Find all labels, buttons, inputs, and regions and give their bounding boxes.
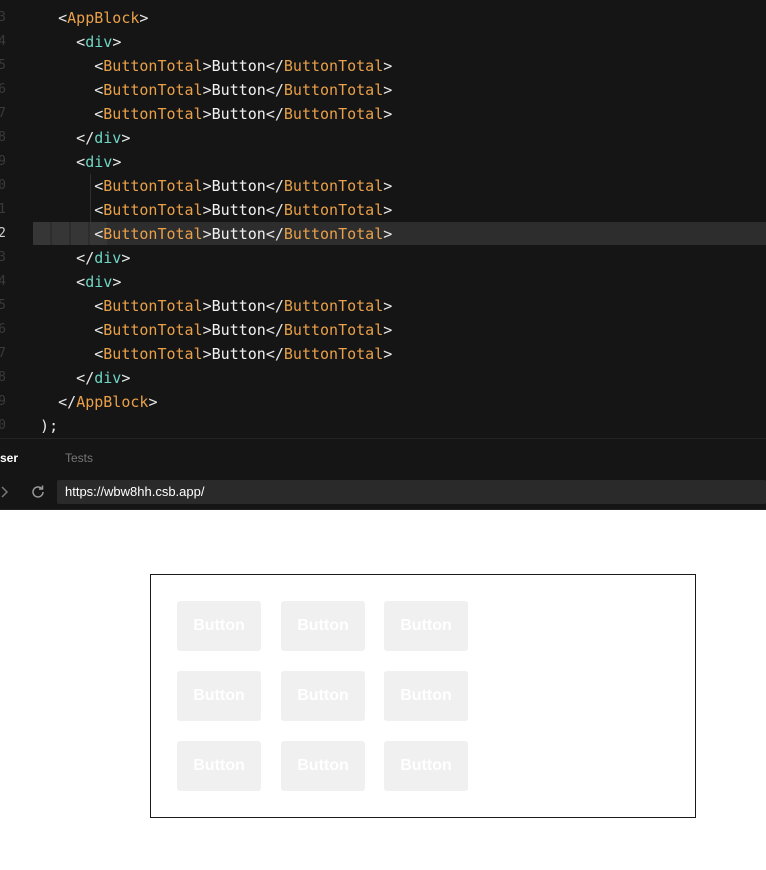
line-number: 8	[0, 130, 6, 145]
line-number: 2	[0, 226, 6, 241]
address-bar: https://wbw8hh.csb.app/	[0, 476, 766, 510]
code-text: );	[22, 417, 59, 435]
line-number: 7	[0, 106, 6, 121]
code-line[interactable]: 5 <ButtonTotal>Button</ButtonTotal>	[0, 54, 766, 78]
preview-button[interactable]: Button	[177, 671, 261, 721]
code-text: <ButtonTotal>Button</ButtonTotal>	[22, 345, 393, 363]
code-text: <div>	[22, 153, 122, 171]
preview-button[interactable]: Button	[384, 741, 468, 791]
code-line[interactable]: 4 <div>	[0, 30, 766, 54]
code-line[interactable]: 3 </div>	[0, 246, 766, 270]
code-text: <ButtonTotal>Button</ButtonTotal>	[22, 57, 393, 75]
preview-button[interactable]: Button	[384, 601, 468, 651]
line-number: 5	[0, 298, 6, 313]
code-line[interactable]: 8 </div>	[0, 366, 766, 390]
code-line[interactable]: 9 </AppBlock>	[0, 390, 766, 414]
preview-tab-bar: ser Tests	[0, 438, 766, 476]
url-text: https://wbw8hh.csb.app/	[65, 484, 205, 499]
code-text: <div>	[22, 273, 122, 291]
line-number: 6	[0, 82, 6, 97]
code-line[interactable]: 8 </div>	[0, 126, 766, 150]
code-line[interactable]: 0 <ButtonTotal>Button</ButtonTotal>	[0, 174, 766, 198]
app-block: Button Button Button Button Button Button Butt…	[150, 574, 696, 818]
line-number: 7	[0, 346, 6, 361]
code-text: </div>	[22, 249, 131, 267]
preview-button[interactable]: Button	[281, 671, 365, 721]
line-number: 0	[0, 178, 6, 193]
preview-button[interactable]: Button	[384, 671, 468, 721]
code-text: <AppBlock>	[22, 9, 149, 27]
line-number: 4	[0, 34, 6, 49]
code-text: <ButtonTotal>Button</ButtonTotal>	[22, 297, 393, 315]
line-number: 0	[0, 418, 6, 433]
refresh-icon[interactable]	[30, 484, 46, 505]
code-editor[interactable]: 3 <AppBlock> 4 <div> 5 <ButtonTotal>Button…	[0, 0, 766, 438]
code-text: <ButtonTotal>Button</ButtonTotal>	[22, 105, 393, 123]
code-text: </div>	[22, 129, 131, 147]
preview-button[interactable]: Button	[177, 601, 261, 651]
line-number: 9	[0, 154, 6, 169]
line-number: 5	[0, 58, 6, 73]
code-line[interactable]: 0 );	[0, 414, 766, 438]
code-line[interactable]: 6 <ButtonTotal>Button</ButtonTotal>	[0, 318, 766, 342]
code-line[interactable]: 1 <ButtonTotal>Button</ButtonTotal>	[0, 198, 766, 222]
tab-browser[interactable]: ser	[0, 451, 18, 465]
code-text: <ButtonTotal>Button</ButtonTotal>	[22, 321, 393, 339]
code-text: <ButtonTotal>Button</ButtonTotal>	[22, 225, 393, 243]
code-line[interactable]: 4 <div>	[0, 270, 766, 294]
code-line[interactable]: 9 <div>	[0, 150, 766, 174]
line-number: 4	[0, 274, 6, 289]
line-number: 6	[0, 322, 6, 337]
preview-button[interactable]: Button	[177, 741, 261, 791]
line-number: 9	[0, 394, 6, 409]
chevron-right-icon[interactable]	[0, 484, 10, 505]
line-number: 1	[0, 202, 6, 217]
code-text: <ButtonTotal>Button</ButtonTotal>	[22, 201, 393, 219]
code-line[interactable]: 3 <AppBlock>	[0, 6, 766, 30]
preview-button[interactable]: Button	[281, 741, 365, 791]
tab-tests[interactable]: Tests	[65, 451, 93, 465]
preview-button[interactable]: Button	[281, 601, 365, 651]
code-line[interactable]: 6 <ButtonTotal>Button</ButtonTotal>	[0, 78, 766, 102]
code-text: <div>	[22, 33, 122, 51]
line-number: 3	[0, 10, 6, 25]
url-input[interactable]: https://wbw8hh.csb.app/	[57, 480, 766, 504]
code-text: <ButtonTotal>Button</ButtonTotal>	[22, 81, 393, 99]
line-number: 3	[0, 250, 6, 265]
code-text: </div>	[22, 369, 131, 387]
code-text: <ButtonTotal>Button</ButtonTotal>	[22, 177, 393, 195]
code-line[interactable]: 5 <ButtonTotal>Button</ButtonTotal>	[0, 294, 766, 318]
browser-preview: Button Button Button Button Button Button Butt…	[0, 510, 766, 870]
code-text: </AppBlock>	[22, 393, 158, 411]
code-line[interactable]: 2 <ButtonTotal>Button</ButtonTotal>	[0, 222, 766, 246]
code-line[interactable]: 7 <ButtonTotal>Button</ButtonTotal>	[0, 102, 766, 126]
code-line[interactable]: 7 <ButtonTotal>Button</ButtonTotal>	[0, 342, 766, 366]
line-number: 8	[0, 370, 6, 385]
